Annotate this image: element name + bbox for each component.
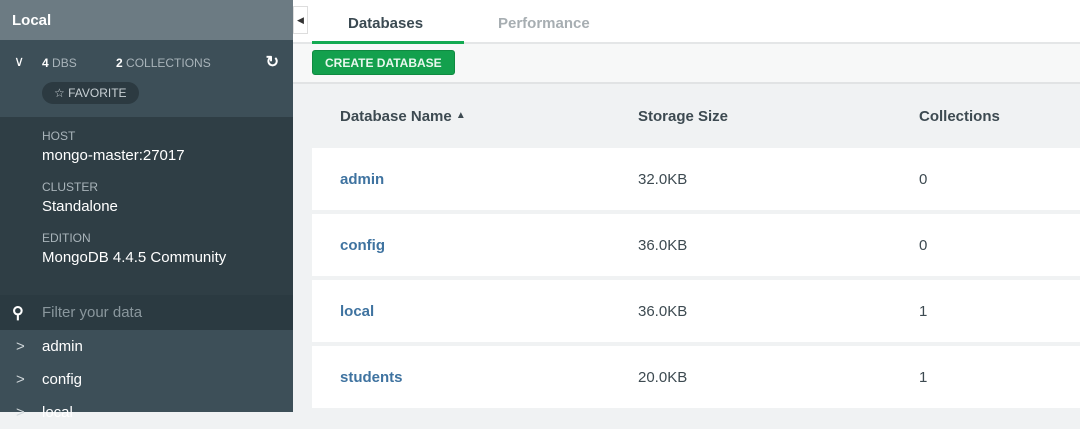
table-header: Database Name ▲ Storage Size Collections xyxy=(312,84,1080,148)
instance-stats: ∨ 4 DBS 2 COLLECTIONS ↻ ☆ FAVORITE xyxy=(0,40,293,117)
databases-table: Database Name ▲ Storage Size Collections… xyxy=(312,84,1080,412)
db-link[interactable]: admin xyxy=(312,171,638,188)
sidebar-db-local[interactable]: > local xyxy=(0,396,293,429)
create-database-button[interactable]: CREATE DATABASE xyxy=(312,50,455,75)
filter-input[interactable]: ⚲ Filter your data xyxy=(0,295,293,330)
sidebar: Local ∨ 4 DBS 2 COLLECTIONS ↻ ☆ FAVORITE… xyxy=(0,0,293,421)
table-row: students 20.0KB 1 xyxy=(312,346,1080,408)
db-link[interactable]: local xyxy=(312,303,638,320)
column-header-collections[interactable]: Collections xyxy=(919,108,1080,125)
edition-value: MongoDB 4.4.5 Community xyxy=(42,249,227,266)
chevron-right-icon: > xyxy=(16,404,25,421)
star-icon: ☆ xyxy=(54,86,65,100)
chevron-right-icon: > xyxy=(16,371,25,388)
collapse-sidebar-button[interactable]: ◀ xyxy=(293,6,308,34)
favorite-button[interactable]: ☆ FAVORITE xyxy=(42,82,139,104)
toolbar: CREATE DATABASE xyxy=(293,44,1080,84)
host-value: mongo-master:27017 xyxy=(42,147,185,164)
tab-performance[interactable]: Performance xyxy=(498,15,590,32)
db-link[interactable]: config xyxy=(312,237,638,254)
search-icon: ⚲ xyxy=(12,304,24,322)
storage-size: 32.0KB xyxy=(638,170,688,188)
connection-title: Local xyxy=(0,0,293,40)
storage-size: 36.0KB xyxy=(638,302,688,320)
sidebar-db-config[interactable]: > config xyxy=(0,363,293,396)
host-label: HOST xyxy=(42,129,76,143)
column-header-storage[interactable]: Storage Size xyxy=(638,108,919,125)
storage-size: 36.0KB xyxy=(638,236,688,254)
collections-count: 1 xyxy=(919,368,928,386)
chevron-right-icon: > xyxy=(16,338,25,355)
active-tab-indicator xyxy=(312,41,464,44)
table-row: admin 32.0KB 0 xyxy=(312,148,1080,210)
chevron-down-icon[interactable]: ∨ xyxy=(14,53,24,70)
cluster-label: CLUSTER xyxy=(42,180,99,194)
instance-details: HOST mongo-master:27017 CLUSTER Standalo… xyxy=(0,117,293,295)
edition-label: EDITION xyxy=(42,231,91,245)
filter-placeholder: Filter your data xyxy=(42,304,143,321)
storage-size: 20.0KB xyxy=(638,368,688,386)
column-header-name[interactable]: Database Name ▲ xyxy=(312,108,638,125)
main-panel: ◀ Databases Performance CREATE DATABASE … xyxy=(293,0,1080,412)
collections-count: 0 xyxy=(919,236,928,254)
table-row: local 36.0KB 1 xyxy=(312,280,1080,342)
db-link[interactable]: students xyxy=(312,369,638,386)
tab-bar: ◀ Databases Performance xyxy=(293,0,1080,44)
tab-databases[interactable]: Databases xyxy=(348,15,423,32)
collections-count: 2 COLLECTIONS xyxy=(116,56,211,70)
db-label: config xyxy=(42,371,83,388)
db-label: local xyxy=(42,404,73,421)
sort-asc-icon: ▲ xyxy=(455,109,466,121)
collections-count: 1 xyxy=(919,302,928,320)
cluster-value: Standalone xyxy=(42,198,118,215)
sidebar-db-admin[interactable]: > admin xyxy=(0,330,293,363)
table-row: config 36.0KB 0 xyxy=(312,214,1080,276)
dbs-count: 4 DBS xyxy=(42,56,77,70)
refresh-icon[interactable]: ↻ xyxy=(266,52,279,72)
collections-count: 0 xyxy=(919,170,928,188)
db-label: admin xyxy=(42,338,83,355)
